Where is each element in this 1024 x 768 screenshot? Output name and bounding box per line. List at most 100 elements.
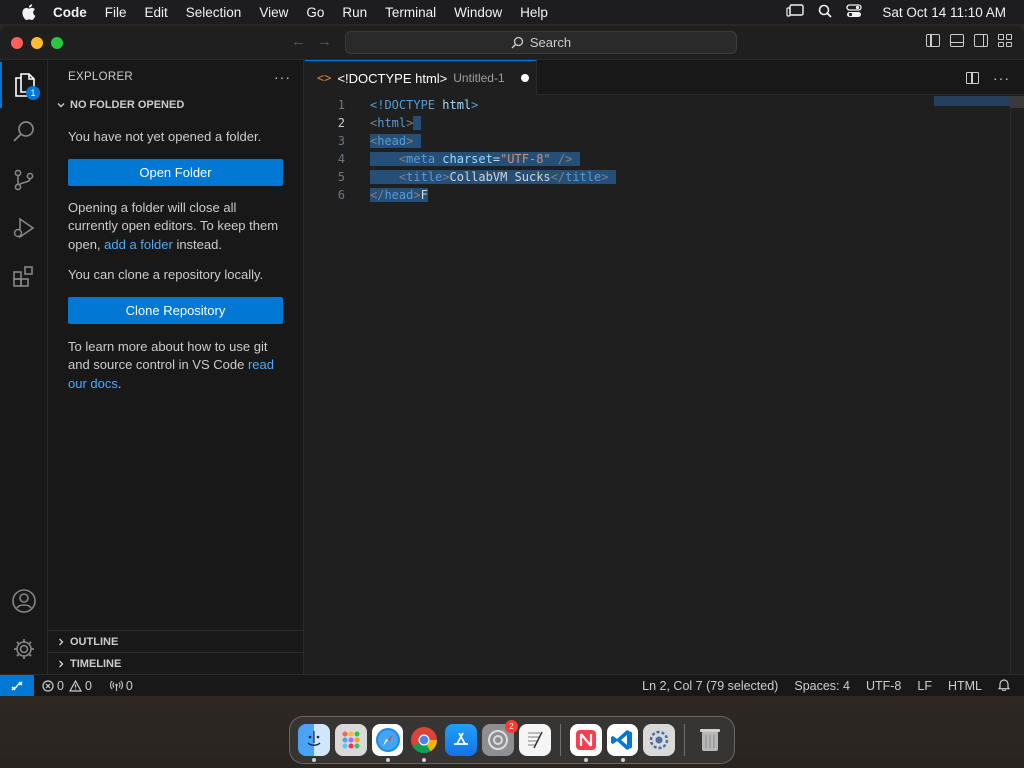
run-debug-icon (13, 217, 35, 239)
scrollbar-thumb[interactable] (1010, 96, 1024, 108)
editor-tab[interactable]: <> <!DOCTYPE html> Untitled-1 (305, 60, 537, 95)
activity-run-debug[interactable] (0, 205, 48, 251)
dock-news[interactable] (569, 724, 602, 762)
activity-source-control[interactable] (0, 157, 48, 203)
spotlight-search-icon[interactable] (818, 4, 833, 21)
section-timeline[interactable]: TIMELINE (48, 652, 303, 674)
menu-edit[interactable]: Edit (136, 5, 177, 20)
language-mode[interactable]: HTML (948, 679, 982, 693)
code-line: 2 <html>​ (305, 114, 1005, 132)
editor-group: <> <!DOCTYPE html> Untitled-1 ··· 1 <!DO… (305, 60, 1024, 674)
line-number: 1 (337, 98, 345, 112)
outline-label: OUTLINE (70, 635, 119, 648)
cursor-position[interactable]: Ln 2, Col 7 (79 selected) (642, 679, 778, 693)
toggle-panel-icon[interactable] (950, 34, 964, 47)
section-title-label: NO FOLDER OPENED (70, 99, 185, 111)
line-number: 4 (337, 152, 345, 166)
launchpad-icon (342, 731, 360, 749)
toggle-secondary-sidebar-icon[interactable] (974, 34, 988, 47)
menu-run[interactable]: Run (333, 5, 376, 20)
more-actions-icon[interactable]: ··· (993, 70, 1010, 86)
activity-extensions[interactable] (0, 253, 48, 299)
activity-manage[interactable] (0, 626, 48, 672)
section-no-folder[interactable]: NO FOLDER OPENED (48, 94, 303, 116)
status-bar: 0 0 0 Ln 2, Col 7 (79 selected) Spaces: … (0, 674, 1024, 696)
dock-launchpad[interactable] (334, 724, 367, 756)
window-maximize-button[interactable] (51, 37, 63, 49)
menu-terminal[interactable]: Terminal (376, 5, 445, 20)
indentation[interactable]: Spaces: 4 (794, 679, 850, 693)
dock-system-settings-alt[interactable] (643, 724, 676, 756)
extensions-icon (13, 266, 33, 287)
menu-window[interactable]: Window (445, 5, 511, 20)
menu-help[interactable]: Help (511, 5, 557, 20)
editor-scrollbar[interactable] (1010, 96, 1024, 674)
macos-dock: 2 (289, 716, 735, 764)
news-icon (575, 730, 596, 750)
command-center-search[interactable]: Search (345, 31, 737, 54)
menu-selection[interactable]: Selection (177, 5, 251, 20)
unsaved-dot-icon[interactable] (520, 74, 529, 82)
vscode-window: ← → Search 1 EXPLORER ··· NO FOLDER OPEN… (0, 26, 1024, 696)
menu-app-name[interactable]: Code (44, 5, 96, 20)
stage-manager-icon[interactable] (786, 3, 805, 21)
remote-indicator[interactable] (0, 674, 34, 696)
remote-icon (11, 681, 23, 690)
minimap-selection (934, 96, 1010, 106)
chevron-right-icon (54, 637, 68, 647)
split-editor-icon[interactable] (966, 72, 979, 84)
chevron-down-icon (54, 100, 68, 110)
notifications-bell-icon[interactable] (997, 678, 1011, 694)
open-folder-button[interactable]: Open Folder (68, 158, 283, 186)
activity-search[interactable] (0, 109, 48, 155)
control-center-icon[interactable] (846, 3, 863, 21)
menu-go[interactable]: Go (297, 5, 333, 20)
menu-view[interactable]: View (250, 5, 297, 20)
problems-indicator[interactable]: 0 0 (42, 679, 92, 693)
window-close-button[interactable] (11, 37, 23, 49)
editor-tab-bar: <> <!DOCTYPE html> Untitled-1 ··· (305, 60, 1024, 95)
end-of-line[interactable]: LF (917, 679, 932, 693)
dock-textedit[interactable] (518, 724, 551, 756)
title-bar: ← → Search (0, 26, 1024, 60)
dock-finder[interactable] (298, 724, 330, 762)
dock-separator (684, 724, 686, 756)
error-count: 0 (57, 678, 64, 693)
line-number: 5 (337, 170, 345, 184)
dock-app-store[interactable] (445, 724, 478, 756)
search-icon (511, 36, 524, 49)
add-folder-link[interactable]: add a folder (104, 237, 173, 252)
dock-safari[interactable] (371, 724, 404, 762)
line-number: 2 (337, 116, 345, 130)
apple-menu-icon[interactable] (14, 4, 44, 20)
code-editor[interactable]: 1 <!DOCTYPE html> 2 <html>​ 3 <head> 4 <… (305, 96, 1024, 674)
clone-repository-button[interactable]: Clone Repository (68, 296, 283, 324)
section-outline[interactable]: OUTLINE (48, 630, 303, 652)
more-actions-icon[interactable]: ··· (274, 69, 291, 85)
activity-explorer[interactable]: 1 (0, 62, 48, 108)
toggle-primary-sidebar-icon[interactable] (926, 34, 940, 47)
menu-file[interactable]: File (96, 5, 136, 20)
broadcast-icon (109, 680, 123, 691)
ports-indicator[interactable]: 0 (109, 679, 133, 693)
notification-badge: 2 (504, 720, 518, 733)
warning-icon (68, 679, 82, 692)
dock-vscode[interactable] (606, 724, 639, 762)
explorer-badge: 1 (26, 86, 40, 100)
encoding[interactable]: UTF-8 (866, 679, 901, 693)
go-forward-icon[interactable]: → (317, 33, 332, 50)
sidebar-header: EXPLORER ··· (48, 60, 303, 94)
dock-system-settings[interactable]: 2 (482, 720, 518, 756)
vscode-icon (611, 730, 633, 750)
chevron-right-icon (54, 659, 68, 669)
explorer-sidebar: EXPLORER ··· NO FOLDER OPENED You have n… (48, 60, 304, 674)
code-line: 6 </head>F (305, 186, 1005, 204)
dock-chrome[interactable] (408, 724, 440, 762)
customize-layout-icon[interactable] (998, 34, 1012, 47)
dock-trash[interactable] (694, 724, 726, 756)
menubar-clock[interactable]: Sat Oct 14 11:10 AM (882, 5, 1006, 20)
line-number: 3 (337, 134, 345, 148)
go-back-icon[interactable]: ← (291, 33, 306, 50)
activity-accounts[interactable] (0, 578, 48, 624)
window-minimize-button[interactable] (31, 37, 43, 49)
